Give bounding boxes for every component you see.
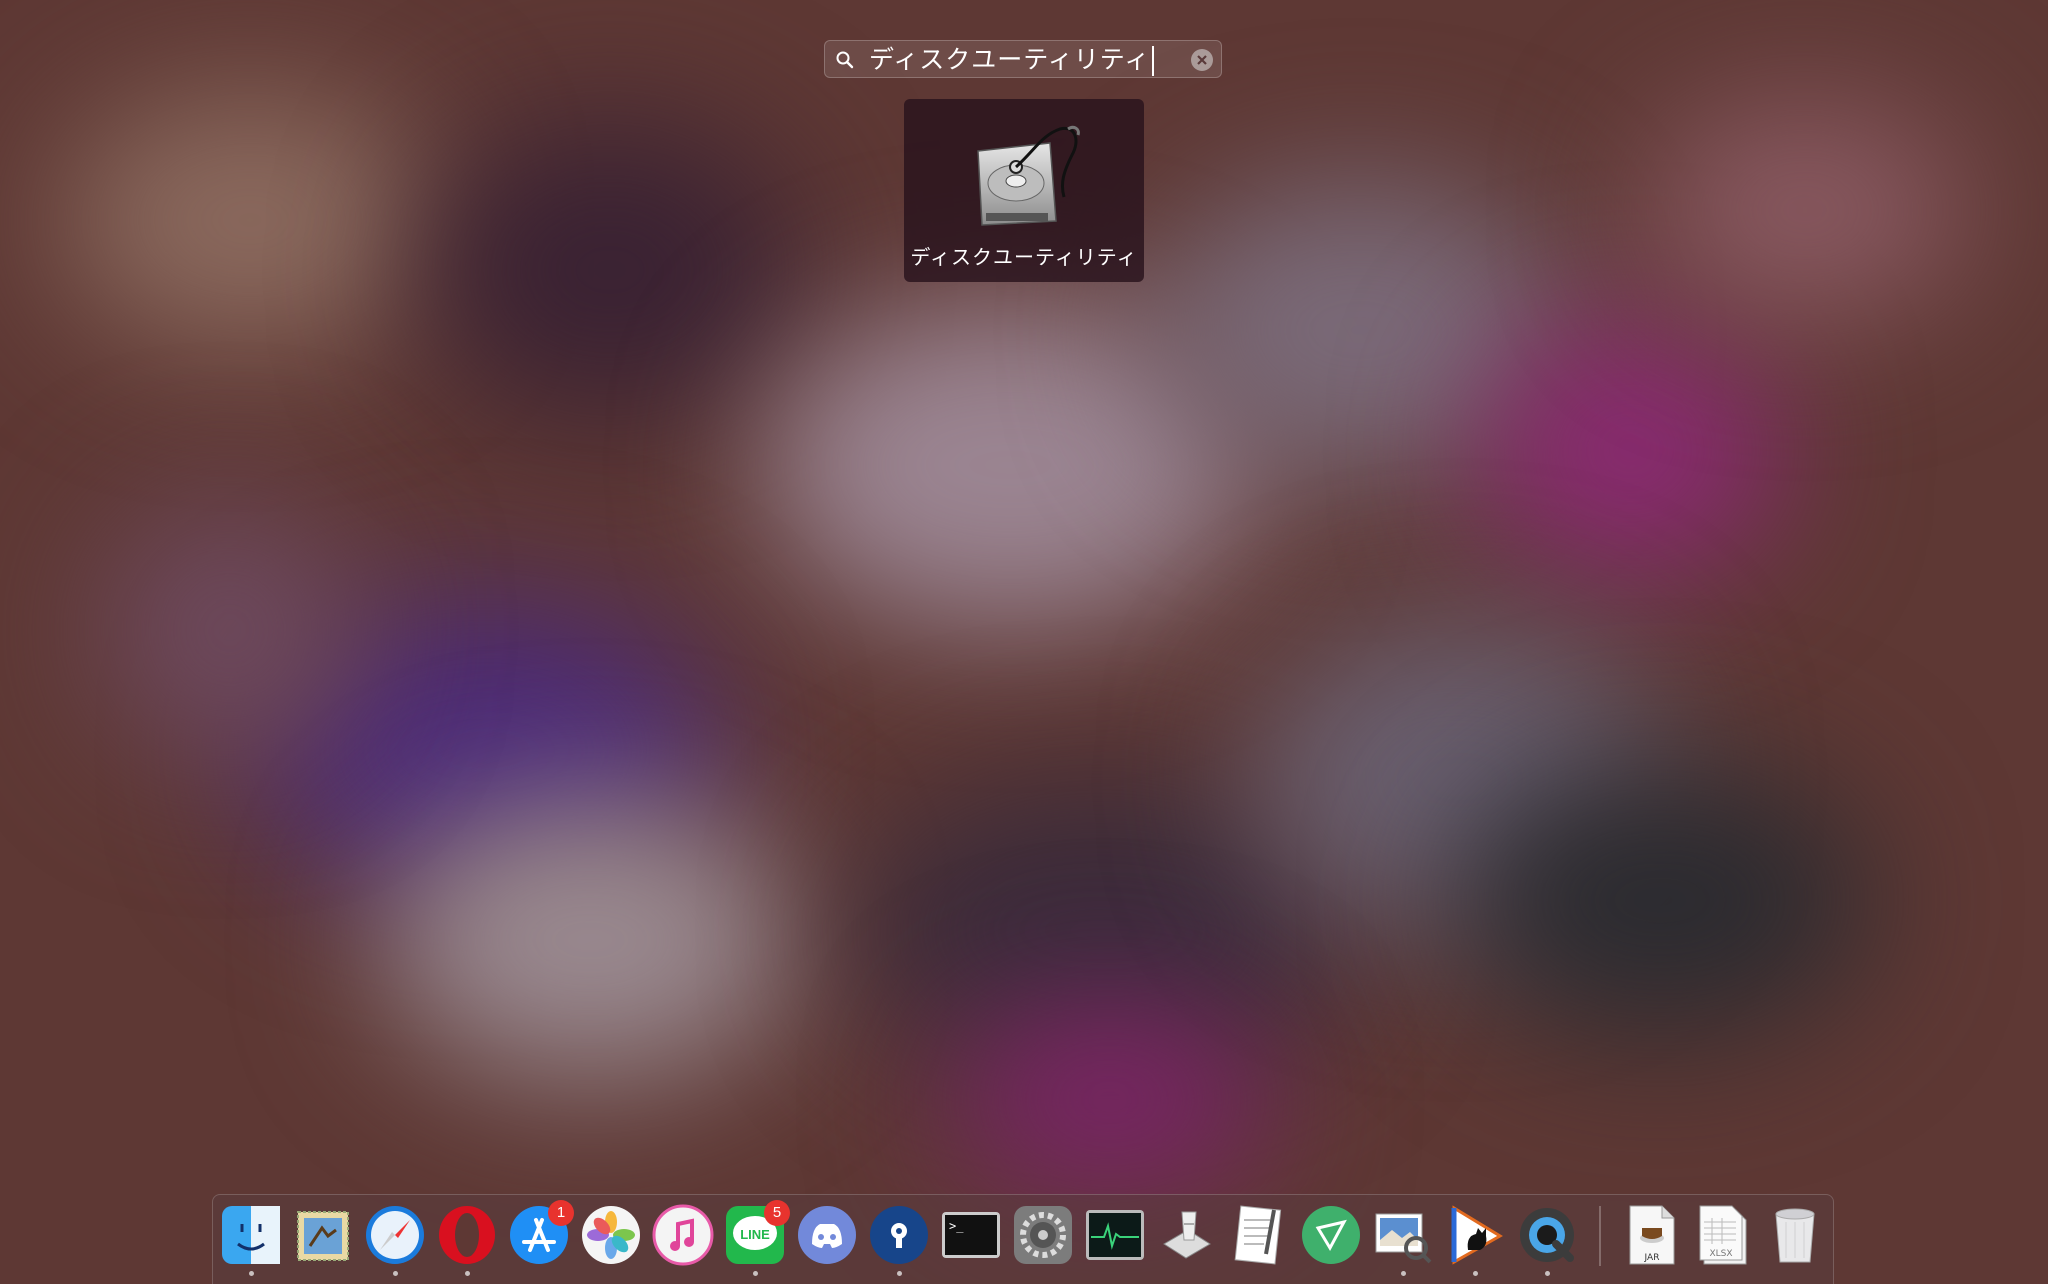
trash-icon[interactable] [1764, 1204, 1826, 1266]
clear-icon[interactable] [1191, 49, 1213, 71]
svg-text:JAR: JAR [1644, 1253, 1660, 1263]
running-indicator [1473, 1271, 1478, 1276]
jar-file-icon[interactable]: JAR [1620, 1204, 1682, 1266]
svg-text:XLSX: XLSX [1709, 1249, 1732, 1259]
disk-utility-icon [964, 121, 1086, 243]
finder-icon[interactable] [220, 1204, 282, 1266]
opera-icon[interactable] [436, 1204, 498, 1266]
triangle-icon[interactable] [1300, 1204, 1362, 1266]
launchpad-search-field[interactable]: ディスクユーティリティ [824, 40, 1222, 78]
activity-monitor-icon[interactable] [1084, 1204, 1146, 1266]
terminal-icon[interactable]: >_ [940, 1204, 1002, 1266]
running-indicator [465, 1271, 470, 1276]
dock-separator [1599, 1206, 1601, 1266]
cat-icon[interactable] [1444, 1204, 1506, 1266]
discord-icon[interactable] [796, 1204, 858, 1266]
running-indicator [393, 1271, 398, 1276]
search-result-disk-utility[interactable]: ディスクユーティリティ [904, 99, 1144, 282]
itunes-icon[interactable] [652, 1204, 714, 1266]
running-indicator [249, 1271, 254, 1276]
svg-text:>_: >_ [949, 1219, 964, 1233]
quicktime-icon[interactable] [1516, 1204, 1578, 1266]
running-indicator [1545, 1271, 1550, 1276]
running-indicator [1401, 1271, 1406, 1276]
gear-icon[interactable] [1012, 1204, 1074, 1266]
search-icon [835, 50, 855, 70]
photos-icon[interactable] [580, 1204, 642, 1266]
svg-text:LINE: LINE [740, 1227, 770, 1242]
script-editor-icon[interactable] [1156, 1204, 1218, 1266]
result-label: ディスクユーティリティ [910, 245, 1138, 269]
notification-badge: 1 [548, 1200, 574, 1226]
textedit-icon[interactable] [1228, 1204, 1290, 1266]
search-input[interactable]: ディスクユーティリティ [869, 46, 1155, 76]
xlsx-file-icon[interactable]: XLSX [1692, 1204, 1754, 1266]
bitwarden-icon[interactable] [868, 1204, 930, 1266]
notification-badge: 5 [764, 1200, 790, 1226]
running-indicator [753, 1271, 758, 1276]
mail-icon[interactable] [292, 1204, 354, 1266]
preview-icon[interactable] [1372, 1204, 1434, 1266]
safari-icon[interactable] [364, 1204, 426, 1266]
running-indicator [897, 1271, 902, 1276]
